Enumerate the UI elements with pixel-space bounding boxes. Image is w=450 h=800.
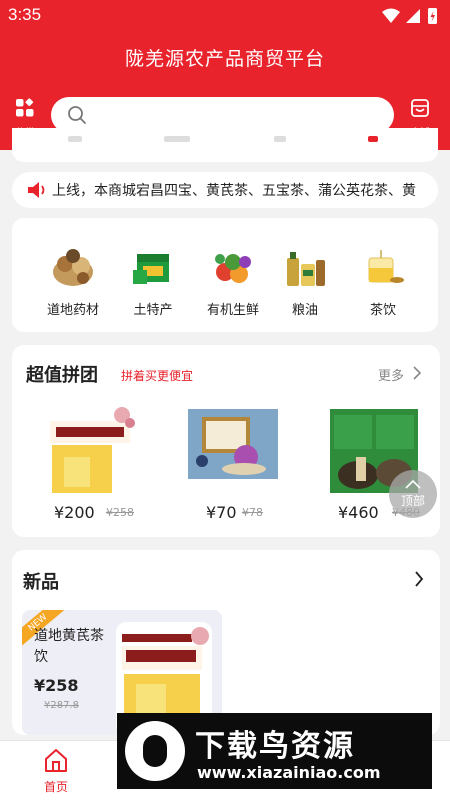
watermark-title: 下载鸟资源: [195, 729, 355, 764]
group-buy-section: 超值拼团 拼着买更便宜 更多 ¥200 ¥258 ¥70 ¥78 ¥460: [12, 345, 440, 537]
category-item-local-specialty[interactable]: 土特产: [116, 244, 186, 324]
new-product-price: ¥258: [34, 676, 79, 695]
speaker-icon: [28, 182, 45, 198]
notice-bar[interactable]: 上线，本商城宕昌四宝、黄芪茶、五宝茶、蒲公英花茶、黄: [12, 172, 438, 208]
bird-logo-icon: [125, 721, 185, 781]
search-icon: [68, 106, 86, 124]
category-label: 粮油: [291, 303, 318, 318]
chevron-right-icon[interactable]: [414, 571, 424, 587]
app-title: 陇羌源农产品商贸平台: [124, 48, 325, 70]
more-link[interactable]: 更多: [378, 365, 404, 384]
new-product-original-price: ¥287.8: [44, 700, 79, 711]
quick-link-fragment: [164, 136, 190, 142]
group-buy-subtitle: 拼着买更便宜: [121, 369, 194, 383]
quick-link-fragment: [368, 136, 378, 142]
product-price: ¥200: [54, 503, 95, 522]
notice-text: 上线，本商城宕昌四宝、黄芪茶、五宝茶、蒲公英花茶、黄: [52, 183, 416, 199]
category-label: 道地药材: [46, 303, 99, 318]
chevron-up-icon: [405, 479, 421, 489]
product-image: [46, 405, 138, 497]
tab-label: 首页: [43, 780, 68, 794]
quick-link-fragment: [68, 136, 82, 142]
fresh-produce-thumb: [215, 254, 251, 283]
category-grid: 道地药材 土特产 有机生鲜 粮油 茶饮: [12, 218, 438, 332]
category-item-tea[interactable]: 茶饮: [346, 244, 416, 324]
product-price: ¥70: [206, 503, 237, 522]
wifi-icon: [382, 8, 400, 23]
store-icon: [411, 99, 429, 117]
tab-home[interactable]: 首页: [11, 741, 101, 800]
home-icon: [45, 749, 67, 772]
category-label: 土特产: [133, 303, 173, 318]
category-label: 茶饮: [369, 303, 396, 318]
group-buy-title: 超值拼团: [26, 365, 98, 386]
group-product-card[interactable]: ¥200 ¥258: [46, 405, 156, 525]
category-label: 有机生鲜: [206, 303, 259, 318]
status-icons: [382, 8, 437, 24]
back-to-top-button[interactable]: 顶部: [389, 470, 437, 518]
quick-link-fragment: [274, 136, 286, 142]
group-product-card[interactable]: ¥70 ¥78: [188, 405, 298, 525]
grain-oil-thumb: [287, 252, 325, 286]
tea-thumb: [368, 250, 404, 283]
new-products-title: 新品: [23, 572, 59, 593]
status-bar: 3:35: [0, 0, 450, 32]
quick-links-card: [12, 128, 438, 162]
new-product-name: 道地黄芪茶饮: [34, 628, 104, 665]
category-item-herbs[interactable]: 道地药材: [36, 244, 106, 324]
product-image: [188, 405, 280, 497]
chevron-right-icon[interactable]: [412, 366, 422, 380]
product-original-price: ¥78: [242, 506, 263, 519]
watermark-overlay: 下载鸟资源 www.xiazainiao.com: [117, 713, 432, 789]
grid-icon: [16, 98, 34, 117]
herbs-thumb: [53, 249, 93, 286]
product-original-price: ¥258: [106, 506, 134, 519]
new-products-section: 新品 NEW 道地黄芪茶饮 ¥258 ¥287.8: [12, 550, 440, 735]
local-specialty-thumb: [133, 254, 169, 284]
back-to-top-label: 顶部: [400, 494, 425, 508]
product-price: ¥460: [338, 503, 379, 522]
category-item-fresh[interactable]: 有机生鲜: [196, 244, 266, 324]
category-item-grain-oil[interactable]: 粮油: [268, 244, 338, 324]
watermark-url: www.xiazainiao.com: [197, 763, 381, 782]
status-time: 3:35: [8, 5, 42, 24]
signal-icon: [406, 9, 420, 23]
